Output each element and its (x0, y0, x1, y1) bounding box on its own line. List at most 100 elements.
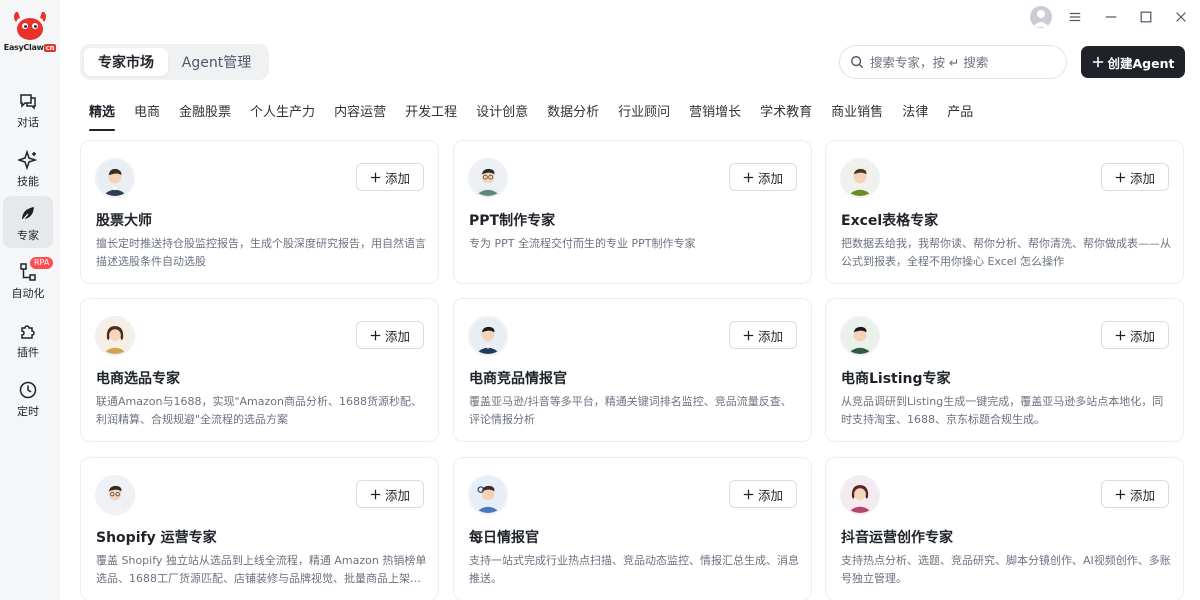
sidebar-item-experts[interactable]: 专家 (3, 196, 53, 248)
category-tab[interactable]: 营销增长 (689, 101, 741, 123)
search-input[interactable] (870, 54, 1060, 70)
expert-title: PPT制作专家 (469, 213, 556, 229)
category-tab[interactable]: 电商 (134, 101, 160, 123)
man-avatar-icon (842, 318, 878, 354)
plus-icon (743, 172, 754, 182)
expert-title: Shopify 运营专家 (96, 530, 217, 546)
add-button[interactable]: 添加 (356, 480, 424, 508)
category-tab[interactable]: 个人生产力 (250, 101, 315, 123)
add-button[interactable]: 添加 (356, 163, 424, 191)
category-tab[interactable]: 设计创意 (476, 101, 528, 123)
add-button[interactable]: 添加 (729, 321, 797, 349)
category-tab[interactable]: 数据分析 (547, 101, 599, 123)
add-button[interactable]: 添加 (729, 480, 797, 508)
chat-icon (20, 94, 36, 110)
sidebar-item-label: 自动化 (11, 287, 45, 300)
sidebar-item-label: 专家 (17, 229, 39, 242)
expert-description: 把数据丢给我，我帮你读、帮你分析、帮你清洗、帮你做成表——从公式到报表，全程不用… (841, 237, 1171, 268)
user-icon (1033, 10, 1049, 27)
expert-card[interactable]: 添加 每日情报官 支持一站式完成行业热点扫描、竞品动态监控、情报汇总生成、消息推… (453, 457, 812, 600)
sidebar-item-schedule[interactable]: 定时 (3, 372, 53, 424)
expert-card[interactable]: 添加 电商选品专家 联通Amazon与1688，实现"Amazon商品分析、16… (80, 298, 439, 442)
add-button[interactable]: 添加 (1101, 321, 1169, 349)
expert-card[interactable]: 添加 抖音运营创作专家 支持热点分析、选题、竞品研究、脚本分镜创作、AI视频创作… (825, 457, 1184, 600)
add-label: 添加 (384, 487, 410, 503)
add-button[interactable]: 添加 (356, 321, 424, 349)
category-tab[interactable]: 金融股票 (179, 101, 231, 123)
rpa-badge: RPA (30, 257, 54, 269)
leaf-icon (20, 207, 34, 223)
brand-suffix: cn (43, 44, 57, 52)
sidebar: EasyClaw cn 对话 技能 专家 自动化 RPA 插件 定时 (0, 0, 60, 600)
sidebar-item-plugins[interactable]: 插件 (3, 313, 53, 365)
expert-avatar (468, 316, 508, 356)
view-switcher: 专家市场 Agent管理 (80, 44, 269, 80)
expert-title: 股票大师 (96, 213, 152, 229)
add-button[interactable]: 添加 (1101, 163, 1169, 191)
expert-avatar (840, 475, 880, 515)
category-tab[interactable]: 商业销售 (831, 101, 883, 123)
add-label: 添加 (757, 170, 783, 186)
sparkle-icon (18, 150, 38, 170)
add-label: 添加 (1129, 328, 1155, 344)
category-tab[interactable]: 精选 (89, 101, 116, 131)
add-button[interactable]: 添加 (1101, 480, 1169, 508)
puzzle-icon (21, 325, 35, 339)
tab-agent-management[interactable]: Agent管理 (168, 48, 265, 76)
search-icon (851, 56, 864, 69)
menu-button[interactable] (1066, 6, 1084, 28)
plus-icon (743, 330, 754, 340)
expert-description: 擅长定时推送持仓股监控报告，生成个股深度研究报告，用自然语言描述选股条件自动选股 (96, 237, 426, 268)
category-tab[interactable]: 内容运营 (334, 101, 386, 123)
expert-title: Excel表格专家 (841, 213, 939, 229)
man-avatar-icon (470, 477, 506, 513)
expert-card[interactable]: 添加 Excel表格专家 把数据丢给我，我帮你读、帮你分析、帮你清洗、帮你做成表… (825, 140, 1184, 284)
sidebar-item-label: 插件 (17, 346, 39, 359)
expert-description: 支持一站式完成行业热点扫描、竞品动态监控、情报汇总生成、消息推送。 (469, 554, 799, 585)
expert-card[interactable]: 添加 PPT制作专家 专为 PPT 全流程交付而生的专业 PPT制作专家 (453, 140, 812, 284)
search-box[interactable] (839, 45, 1067, 79)
plus-icon (370, 330, 381, 340)
expert-title: 电商选品专家 (96, 371, 180, 387)
plus-icon (370, 172, 381, 182)
create-agent-button[interactable]: 创建Agent (1081, 46, 1185, 78)
expert-avatar (95, 316, 135, 356)
sidebar-item-chat[interactable]: 对话 (3, 83, 53, 135)
expert-card[interactable]: 添加 股票大师 擅长定时推送持仓股监控报告，生成个股深度研究报告，用自然语言描述… (80, 140, 439, 284)
man-avatar-icon (97, 477, 133, 513)
close-icon (1176, 12, 1186, 22)
expert-card[interactable]: 添加 电商竞品情报官 覆盖亚马逊/抖音等多平台，精通关键词排名监控、竞品流量反查… (453, 298, 812, 442)
expert-card[interactable]: 添加 Shopify 运营专家 覆盖 Shopify 独立站从选品到上线全流程，… (80, 457, 439, 600)
add-label: 添加 (757, 487, 783, 503)
expert-description: 覆盖亚马逊/抖音等多平台，精通关键词排名监控、竞品流量反查、评论情报分析 (469, 395, 792, 426)
create-agent-label: 创建Agent (1107, 55, 1175, 71)
app-logo[interactable]: EasyClaw cn (0, 8, 60, 58)
tab-expert-market[interactable]: 专家市场 (84, 48, 168, 76)
close-button[interactable] (1172, 6, 1190, 28)
brand-name: EasyClaw (3, 43, 44, 52)
add-label: 添加 (1129, 487, 1155, 503)
maximize-button[interactable] (1137, 6, 1155, 28)
add-button[interactable]: 添加 (729, 163, 797, 191)
expert-card[interactable]: 添加 电商Listing专家 从竞品调研到Listing生成一键完成，覆盖亚马逊… (825, 298, 1184, 442)
category-tab[interactable]: 法律 (902, 101, 928, 123)
man-avatar-icon (470, 160, 506, 196)
minimize-button[interactable] (1102, 6, 1120, 28)
expert-description: 覆盖 Shopify 独立站从选品到上线全流程，精通 Amazon 热销榜单选品… (96, 554, 427, 585)
user-avatar[interactable] (1030, 6, 1052, 28)
category-tab[interactable]: 产品 (947, 101, 973, 123)
woman-avatar-icon (842, 477, 878, 513)
expert-avatar (95, 158, 135, 198)
plus-icon (1092, 56, 1103, 68)
category-tab[interactable]: 行业顾问 (618, 101, 670, 123)
category-tab[interactable]: 学术教育 (760, 101, 812, 123)
add-label: 添加 (384, 328, 410, 344)
category-tab[interactable]: 开发工程 (405, 101, 457, 123)
expert-avatar (468, 158, 508, 198)
expert-avatar (468, 475, 508, 515)
plus-icon (1115, 330, 1126, 340)
category-tabs: 精选 电商 金融股票 个人生产力 内容运营 开发工程 设计创意 数据分析 行业顾… (89, 101, 992, 131)
sidebar-item-automation[interactable]: 自动化 RPA (3, 254, 54, 306)
sidebar-item-skills[interactable]: 技能 (3, 142, 53, 194)
man-avatar-icon (97, 160, 133, 196)
